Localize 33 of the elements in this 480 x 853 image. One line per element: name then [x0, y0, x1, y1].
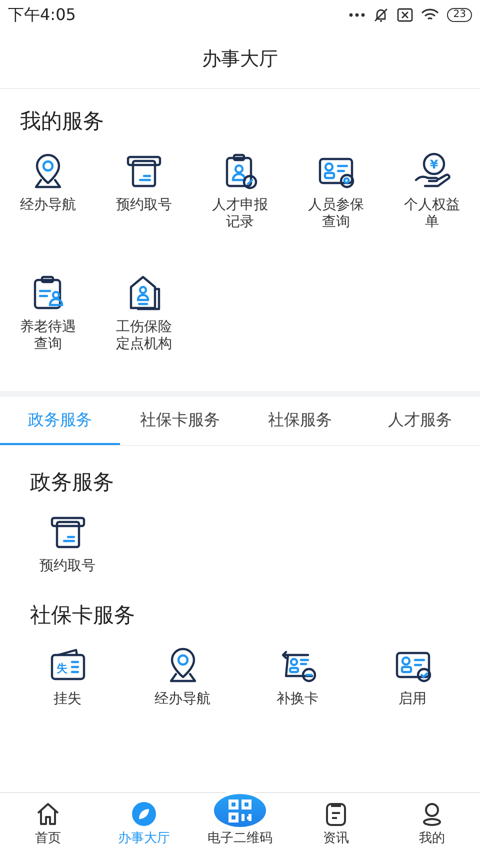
service-item[interactable]: 人才申报记录	[192, 151, 288, 259]
muted-bell-icon	[373, 7, 390, 23]
page-title: 办事大厅	[202, 47, 278, 72]
compass-icon	[131, 801, 157, 827]
nav-tab[interactable]: 我的	[384, 793, 480, 853]
service-item[interactable]: 预约取号	[96, 151, 192, 259]
qr-code-icon	[227, 798, 253, 824]
more-dots-icon	[349, 13, 366, 17]
document-icon	[323, 801, 349, 827]
service-item[interactable]: ¥ 个人权益单	[384, 151, 480, 259]
home-icon	[35, 801, 61, 827]
status-time: 下午4:05	[8, 4, 76, 26]
category-tab[interactable]: 人才服务	[360, 397, 480, 445]
service-item[interactable]: 预约取号	[10, 512, 125, 575]
sim-x-icon	[397, 8, 414, 22]
category-tab[interactable]: 社保服务	[240, 397, 360, 445]
nav-tab[interactable]: 电子二维码	[192, 793, 288, 853]
wifi-icon	[421, 8, 440, 22]
service-item[interactable]: 人员参保查询	[288, 151, 384, 259]
service-item[interactable]: 经办导航	[0, 151, 96, 259]
service-item[interactable]: 经办导航	[125, 645, 240, 708]
service-item[interactable]: 工伤保险定点机构	[96, 273, 192, 381]
section-title: 政务服务	[30, 469, 115, 496]
service-item[interactable]: 补换卡	[240, 645, 355, 708]
section-title: 社保卡服务	[30, 602, 136, 629]
nav-tab[interactable]: 首页	[0, 793, 96, 853]
service-item[interactable]: 启用	[355, 645, 470, 708]
service-item[interactable]: 失 挂失	[10, 645, 125, 708]
battery-level: 23	[447, 8, 472, 22]
section-title: 我的服务	[20, 108, 105, 135]
category-tab[interactable]: 社保卡服务	[120, 397, 240, 445]
service-item[interactable]: 养老待遇查询	[0, 273, 96, 381]
nav-tab[interactable]: 资讯	[288, 793, 384, 853]
